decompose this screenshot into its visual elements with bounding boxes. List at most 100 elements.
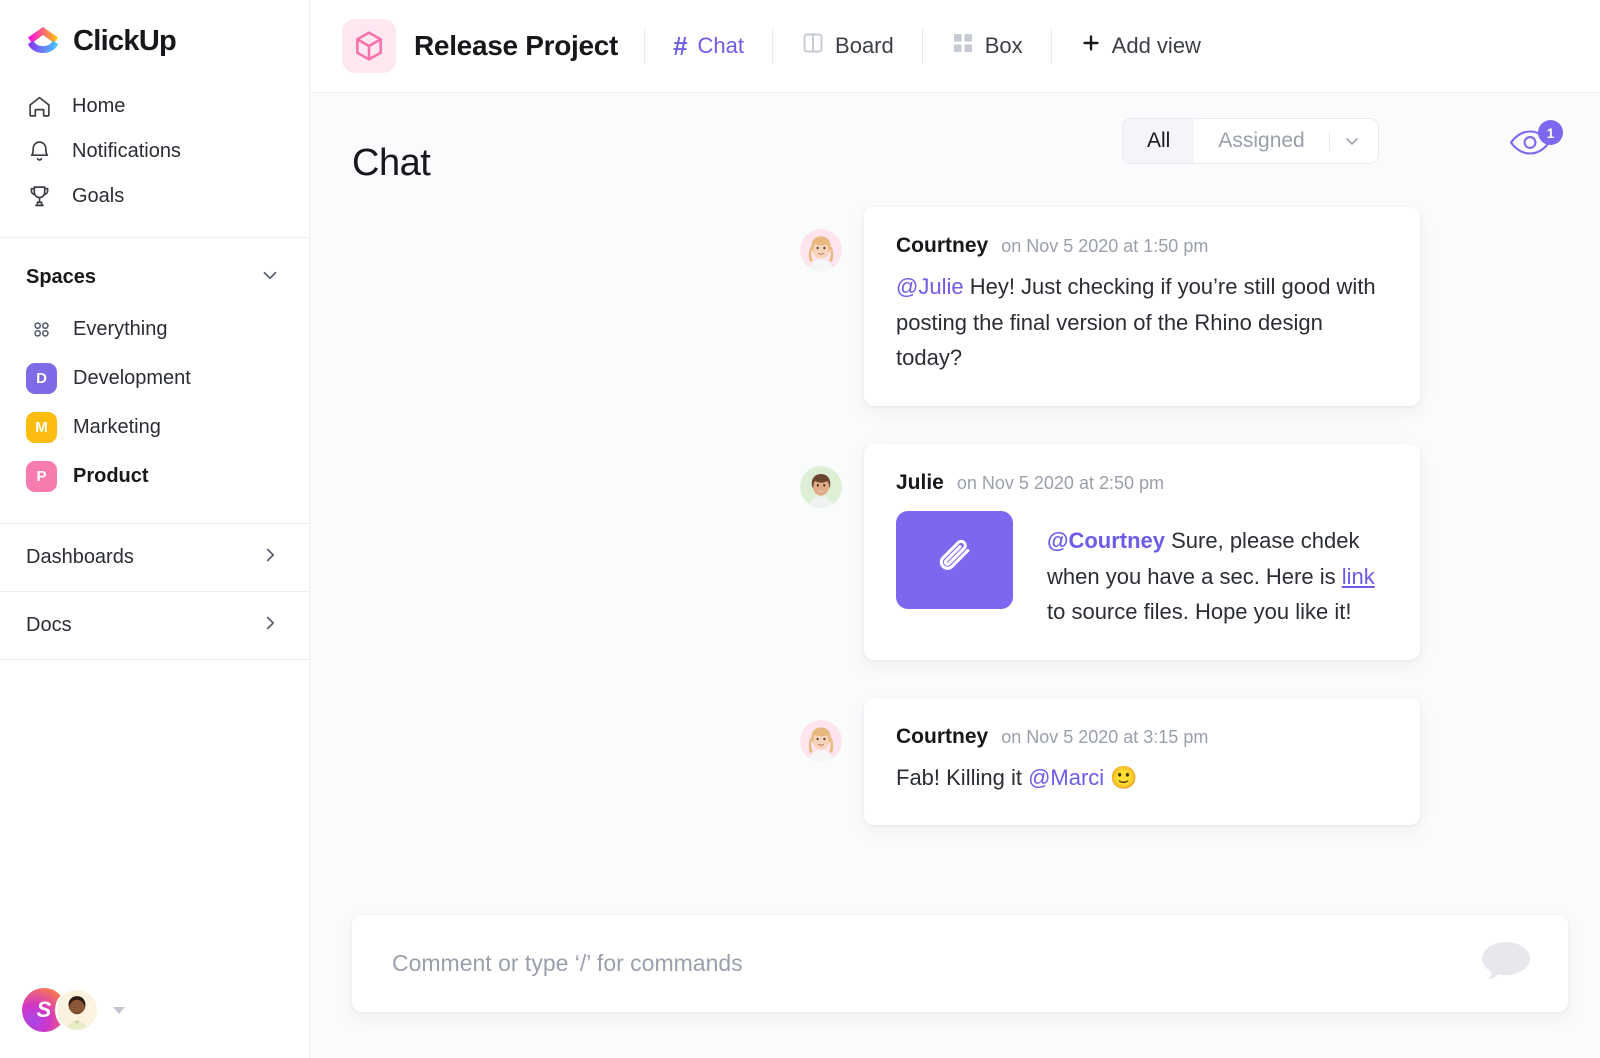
- inline-link[interactable]: link: [1342, 564, 1375, 589]
- filter-option-all[interactable]: All: [1123, 119, 1194, 163]
- watchers-button[interactable]: 1: [1508, 123, 1560, 167]
- message-text: Hey! Just checking if you’re still good …: [896, 274, 1376, 370]
- sidebar-item-marketing[interactable]: M Marketing: [0, 403, 309, 452]
- brand-name: ClickUp: [73, 25, 176, 58]
- sidebar-item-label: Product: [73, 465, 149, 488]
- avatar[interactable]: [55, 988, 99, 1032]
- trophy-icon: [26, 183, 53, 210]
- avatar-courtney[interactable]: [800, 720, 842, 762]
- sidebar-divider-4: [0, 659, 309, 660]
- sidebar-footer[interactable]: S: [0, 988, 309, 1058]
- sidebar-item-product[interactable]: P Product: [0, 452, 309, 501]
- speech-bubble-icon[interactable]: [1478, 936, 1534, 991]
- add-view-button[interactable]: Add view: [1052, 21, 1229, 71]
- message-item: Julie on Nov 5 2020 at 2:50 pm: [310, 444, 1600, 660]
- paperclip-icon: [933, 535, 977, 584]
- tab-label: Box: [985, 33, 1023, 59]
- hash-icon: #: [673, 33, 687, 59]
- sidebar-item-label: Development: [73, 367, 191, 390]
- message-body: @Julie Hey! Just checking if you’re stil…: [896, 269, 1386, 376]
- sidebar-item-label: Everything: [73, 318, 168, 341]
- message-item: Courtney on Nov 5 2020 at 1:50 pm @Julie…: [310, 207, 1600, 406]
- grid-dots-icon: [26, 314, 57, 345]
- attachment-tile[interactable]: [896, 511, 1013, 609]
- message-card: Courtney on Nov 5 2020 at 1:50 pm @Julie…: [864, 207, 1420, 406]
- avatar-courtney[interactable]: [800, 229, 842, 271]
- message-list: Courtney on Nov 5 2020 at 1:50 pm @Julie…: [310, 197, 1600, 915]
- main-area: Release Project # Chat Board: [310, 0, 1600, 1058]
- emoji: 🙂: [1110, 765, 1137, 790]
- message-card: Courtney on Nov 5 2020 at 3:15 pm Fab! K…: [864, 698, 1420, 826]
- message-body: @Courtney Sure, please chdek when you ha…: [1047, 511, 1386, 630]
- filter-option-assigned[interactable]: Assigned: [1194, 119, 1328, 163]
- message-attachment-row: @Courtney Sure, please chdek when you ha…: [896, 511, 1386, 630]
- sidebar-item-label: Docs: [26, 614, 72, 637]
- add-view-label: Add view: [1112, 33, 1201, 59]
- cube-icon: [342, 19, 396, 73]
- message-timestamp: on Nov 5 2020 at 1:50 pm: [1001, 236, 1208, 257]
- tab-chat[interactable]: # Chat: [645, 21, 772, 71]
- sidebar-item-dashboards[interactable]: Dashboards: [0, 524, 309, 591]
- app-root: ClickUp Home Notifications: [0, 0, 1600, 1058]
- mention-link[interactable]: @Julie: [896, 274, 964, 299]
- bell-icon: [26, 138, 53, 165]
- plus-icon: [1080, 32, 1102, 60]
- chevron-right-icon[interactable]: [259, 544, 281, 571]
- message-header: Julie on Nov 5 2020 at 2:50 pm: [896, 471, 1386, 495]
- sidebar: ClickUp Home Notifications: [0, 0, 310, 1058]
- chat-title: Chat: [352, 142, 430, 185]
- message-card: Julie on Nov 5 2020 at 2:50 pm: [864, 444, 1420, 660]
- message-text: Fab! Killing it: [896, 765, 1028, 790]
- box-grid-icon: [951, 31, 975, 61]
- sidebar-item-label: Marketing: [73, 416, 161, 439]
- project-header: Release Project # Chat Board: [310, 0, 1600, 93]
- tab-box[interactable]: Box: [923, 21, 1051, 71]
- brand[interactable]: ClickUp: [0, 0, 309, 76]
- message-author: Courtney: [896, 725, 988, 749]
- home-icon: [26, 93, 53, 120]
- mention-link[interactable]: @Courtney: [1047, 528, 1165, 553]
- chevron-down-icon[interactable]: [259, 264, 281, 291]
- nav-item-goals[interactable]: Goals: [0, 174, 309, 219]
- board-icon: [801, 31, 825, 61]
- eye-icon: [1508, 144, 1554, 161]
- comment-composer[interactable]: [352, 915, 1568, 1012]
- chat-header: Chat All Assigned: [310, 93, 1600, 197]
- space-badge-icon: M: [26, 412, 57, 443]
- nav-item-label: Notifications: [72, 140, 181, 163]
- tab-board[interactable]: Board: [773, 21, 922, 71]
- message-text-part2: to source files. Hope you like it!: [1047, 599, 1351, 624]
- message-header: Courtney on Nov 5 2020 at 1:50 pm: [896, 234, 1386, 258]
- message-author: Courtney: [896, 234, 988, 258]
- watchers-count-badge: 1: [1538, 120, 1563, 145]
- message-timestamp: on Nov 5 2020 at 2:50 pm: [957, 473, 1164, 494]
- spaces-title: Spaces: [26, 266, 96, 289]
- chat-filter-group[interactable]: All Assigned: [1122, 118, 1379, 164]
- message-timestamp: on Nov 5 2020 at 3:15 pm: [1001, 727, 1208, 748]
- sidebar-item-label: Dashboards: [26, 546, 134, 569]
- chevron-down-icon[interactable]: [1330, 119, 1378, 163]
- avatar-julie[interactable]: [800, 466, 842, 508]
- nav-item-notifications[interactable]: Notifications: [0, 129, 309, 174]
- tab-label: Chat: [698, 33, 744, 59]
- caret-down-icon[interactable]: [113, 1007, 125, 1014]
- nav-item-label: Goals: [72, 185, 124, 208]
- nav-item-label: Home: [72, 95, 125, 118]
- space-badge-icon: P: [26, 461, 57, 492]
- page-title: Release Project: [414, 30, 618, 62]
- sidebar-item-development[interactable]: D Development: [0, 354, 309, 403]
- message-header: Courtney on Nov 5 2020 at 3:15 pm: [896, 725, 1386, 749]
- clickup-logo-icon: [24, 22, 62, 60]
- nav-item-home[interactable]: Home: [0, 84, 309, 129]
- sidebar-item-docs[interactable]: Docs: [0, 592, 309, 659]
- chevron-right-icon[interactable]: [259, 612, 281, 639]
- tab-label: Board: [835, 33, 894, 59]
- mention-link[interactable]: @Marci: [1028, 765, 1104, 790]
- spaces-header[interactable]: Spaces: [0, 238, 309, 305]
- chat-view: Chat All Assigned: [310, 93, 1600, 1058]
- message-author: Julie: [896, 471, 944, 495]
- composer-area: [310, 915, 1600, 1058]
- sidebar-item-everything[interactable]: Everything: [0, 305, 309, 354]
- comment-input[interactable]: [392, 950, 1478, 977]
- space-badge-icon: D: [26, 363, 57, 394]
